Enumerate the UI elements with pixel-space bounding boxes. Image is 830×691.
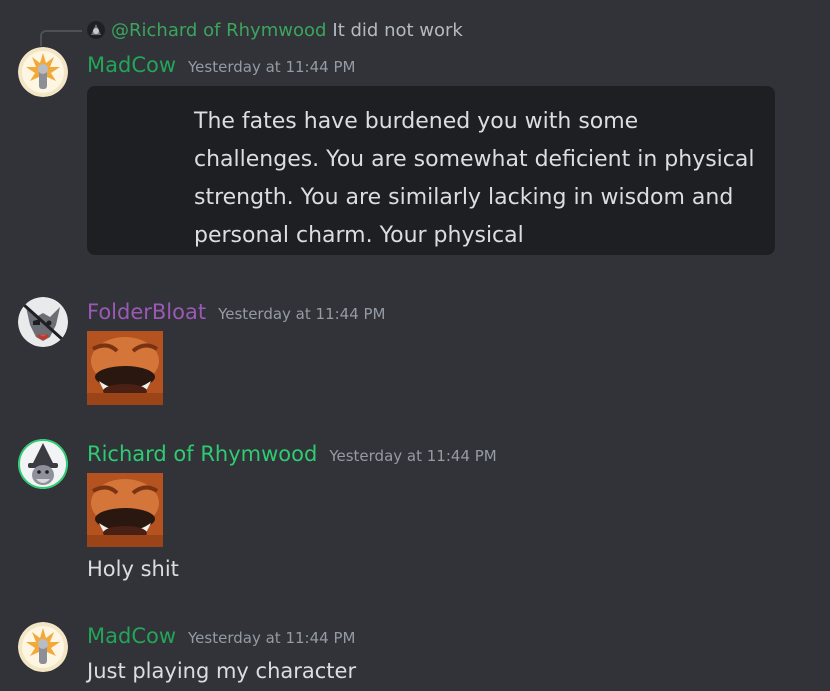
avatar[interactable] bbox=[18, 47, 68, 97]
embed-text: The fates have burdened you with some ch… bbox=[194, 109, 755, 248]
username[interactable]: Richard of Rhymwood bbox=[87, 442, 317, 466]
message-header: MadCow Yesterday at 11:44 PM bbox=[87, 624, 355, 648]
reply-mention[interactable]: @Richard of Rhymwood bbox=[111, 20, 326, 41]
laughing-face-sticker[interactable] bbox=[87, 331, 163, 405]
reply-reference[interactable]: @Richard of Rhymwood It did not work bbox=[87, 18, 463, 42]
reply-connector bbox=[40, 30, 82, 46]
message-header: FolderBloat Yesterday at 11:44 PM bbox=[87, 300, 386, 324]
timestamp[interactable]: Yesterday at 11:44 PM bbox=[188, 58, 355, 76]
username[interactable]: MadCow bbox=[87, 624, 176, 648]
timestamp[interactable]: Yesterday at 11:44 PM bbox=[329, 447, 496, 465]
avatar[interactable] bbox=[18, 622, 68, 672]
avatar[interactable] bbox=[18, 297, 68, 347]
chat-message-list: @Richard of Rhymwood It did not work Mad… bbox=[0, 0, 830, 691]
message-text: Just playing my character bbox=[87, 659, 357, 683]
message-text: Holy shit bbox=[87, 557, 179, 581]
timestamp[interactable]: Yesterday at 11:44 PM bbox=[218, 305, 385, 323]
avatar[interactable] bbox=[18, 439, 68, 489]
username[interactable]: MadCow bbox=[87, 53, 176, 77]
laughing-face-sticker[interactable] bbox=[87, 473, 163, 547]
reply-text[interactable]: It did not work bbox=[332, 20, 462, 41]
message-header: MadCow Yesterday at 11:44 PM bbox=[87, 53, 355, 77]
timestamp[interactable]: Yesterday at 11:44 PM bbox=[188, 629, 355, 647]
username[interactable]: FolderBloat bbox=[87, 300, 206, 324]
reply-avatar bbox=[87, 21, 105, 39]
embed-card: The fates have burdened you with some ch… bbox=[87, 86, 775, 255]
message-header: Richard of Rhymwood Yesterday at 11:44 P… bbox=[87, 442, 497, 466]
